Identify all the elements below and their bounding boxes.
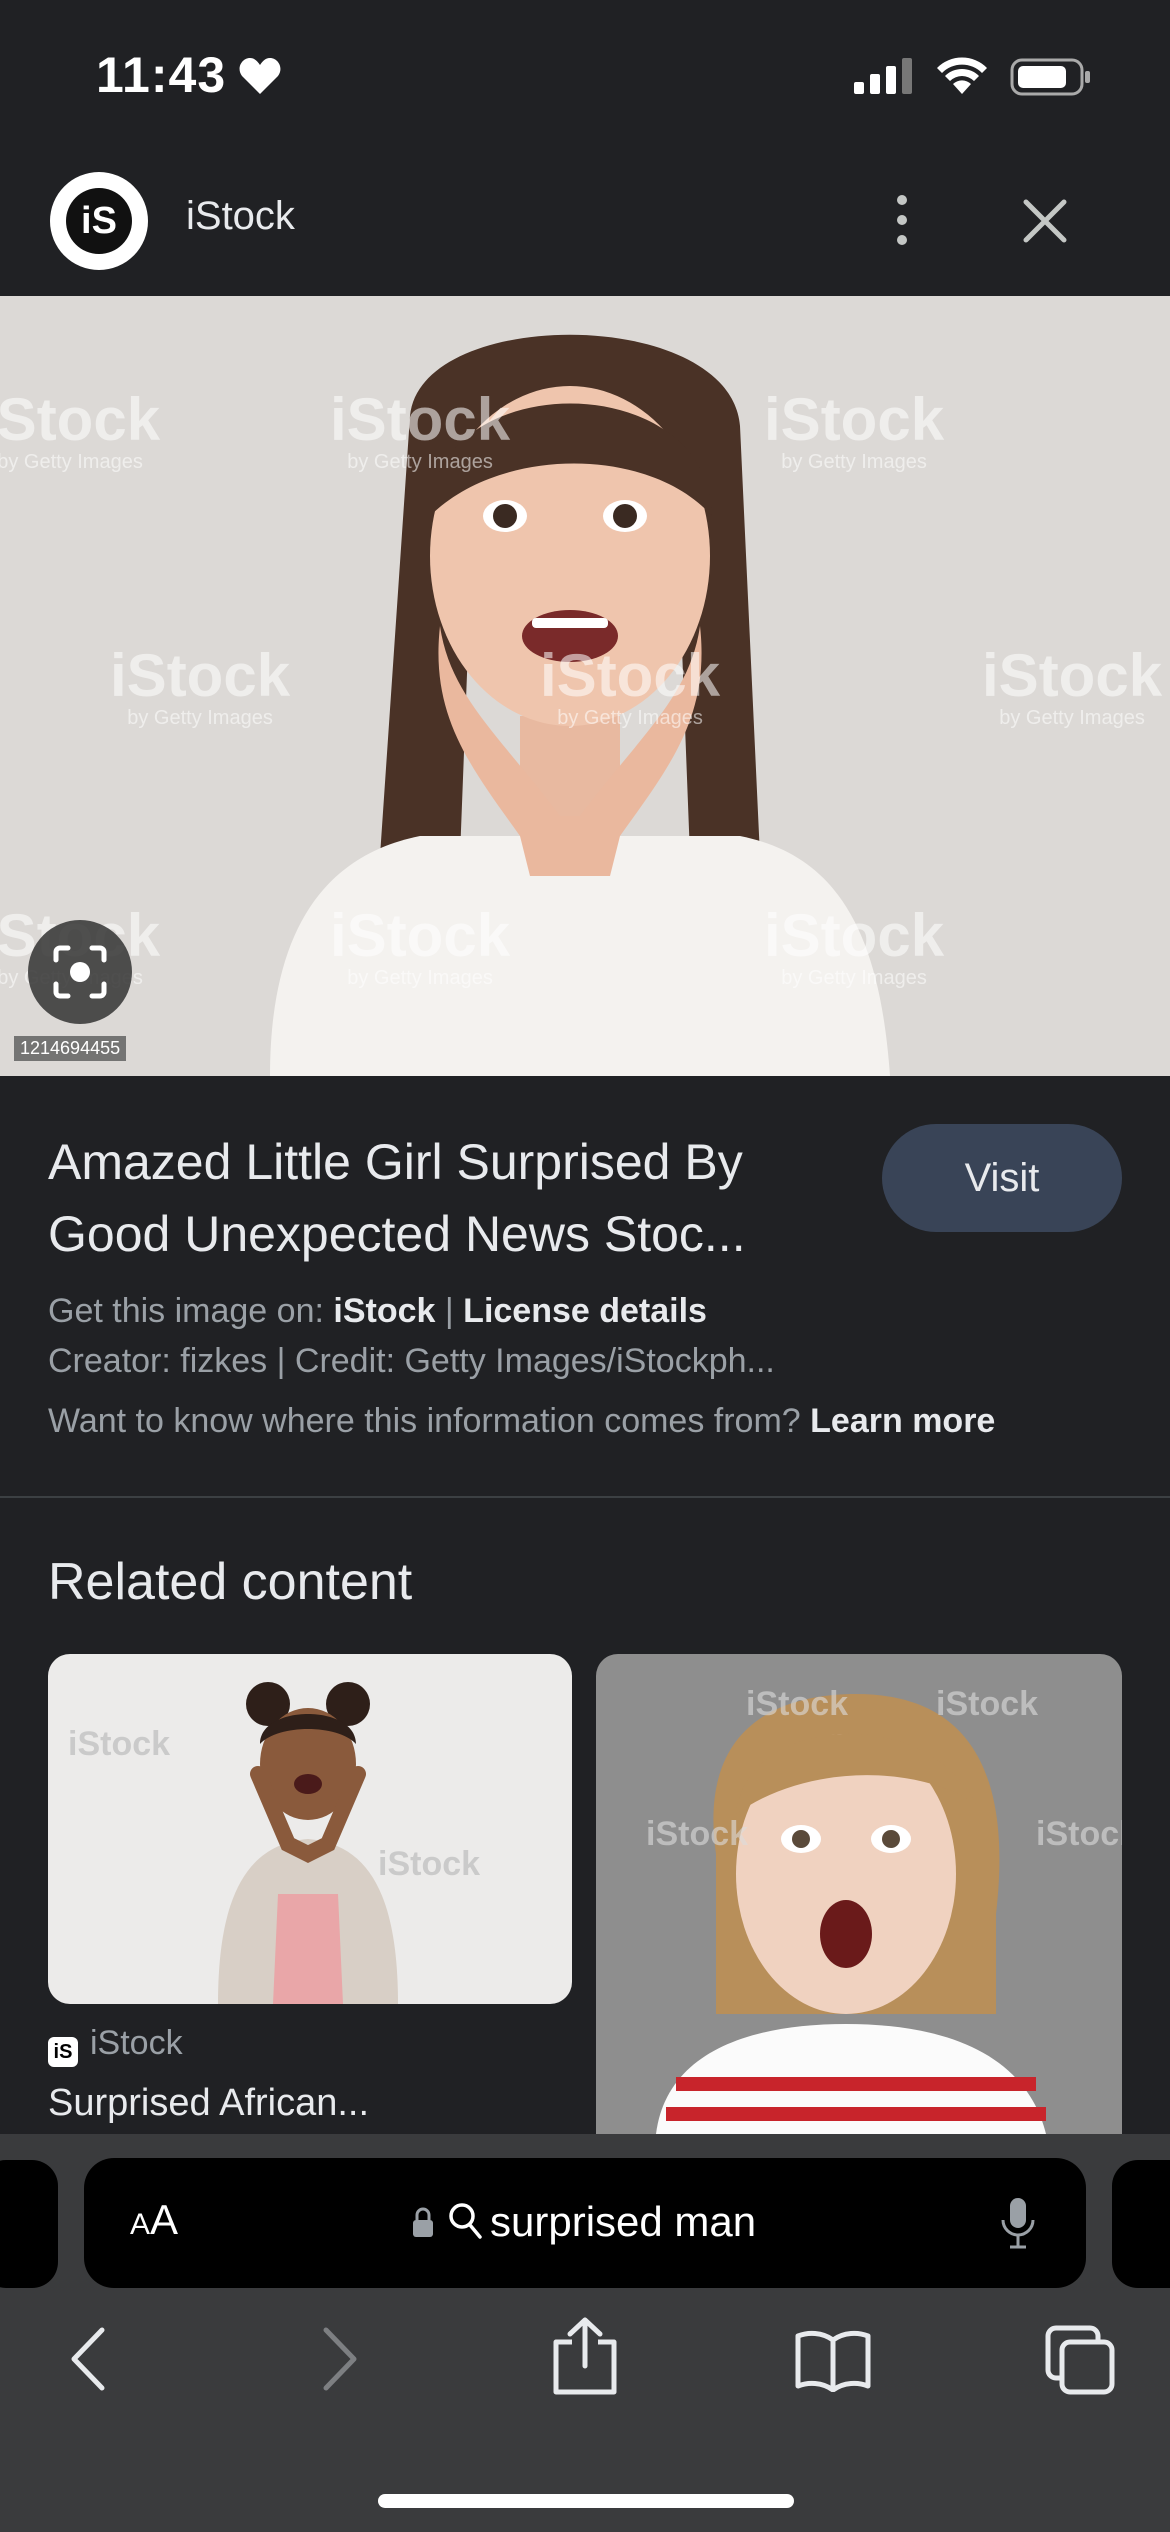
info-prefix: Want to know where this information come…: [48, 1402, 801, 1440]
watermark: iStockby Getty Images: [0, 386, 161, 474]
site-logo[interactable]: iS: [50, 172, 148, 270]
status-time: 11:43: [96, 47, 227, 103]
site-logo-text: iS: [66, 188, 132, 254]
visit-button[interactable]: Visit: [882, 1124, 1122, 1232]
main-result-image[interactable]: iStockby Getty Images iStockby Getty Ima…: [0, 296, 1170, 1076]
battery-icon: [1010, 58, 1090, 96]
watermark: iStockby Getty Images: [764, 386, 945, 474]
share-icon[interactable]: [550, 2316, 620, 2396]
site-name[interactable]: iStock: [186, 194, 295, 239]
bookmarks-icon[interactable]: [794, 2328, 872, 2392]
watermark: iStockby Getty Images: [110, 642, 291, 730]
related-photo-1: [218, 1682, 398, 2004]
more-options-icon[interactable]: [882, 190, 922, 250]
tabs-icon[interactable]: [1044, 2324, 1116, 2396]
related-card-image[interactable]: iStock iStock: [48, 1654, 572, 2004]
watermark: iStockby Getty Images: [540, 642, 721, 730]
get-image-prefix: Get this image on:: [48, 1292, 324, 1330]
reader-aa-button[interactable]: AA: [130, 2196, 178, 2244]
related-card-image[interactable]: iStock iStock iStock iStock: [596, 1654, 1122, 2134]
related-photo-2: [656, 1694, 1046, 2134]
address-bar[interactable]: AA surprised man: [84, 2158, 1086, 2288]
forward-icon[interactable]: [314, 2324, 364, 2394]
cellular-signal-icon: [854, 58, 912, 94]
section-divider: [0, 1496, 1170, 1498]
watermark: iStock: [646, 1815, 749, 1853]
creator-line: Creator: fizkes | Credit: Getty Images/i…: [48, 1342, 775, 1380]
watermark: iStockby Getty Images: [330, 902, 511, 990]
heart-icon: [239, 58, 281, 94]
related-card-source: iS iStock: [48, 2024, 183, 2067]
related-card-source-name: iStock: [90, 2024, 183, 2062]
microphone-icon[interactable]: [1000, 2196, 1036, 2250]
result-title[interactable]: Amazed Little Girl Surprised By Good Une…: [48, 1126, 848, 1270]
address-text[interactable]: surprised man: [490, 2198, 756, 2246]
lock-icon: [413, 2207, 433, 2237]
license-details-link[interactable]: License details: [463, 1292, 707, 1330]
get-image-line: Get this image on: iStock | License deta…: [48, 1292, 707, 1331]
istock-favicon-icon: iS: [48, 2037, 78, 2067]
separator: |: [444, 1292, 454, 1330]
related-content-heading: Related content: [48, 1553, 413, 1611]
watermark: iStockby Getty Images: [764, 902, 945, 990]
watermark: iStockby Getty Images: [330, 386, 511, 474]
next-tab-preview[interactable]: [1112, 2160, 1170, 2288]
watermark: iStock: [936, 1685, 1039, 1723]
status-bar: 11:43: [0, 0, 1170, 150]
learn-more-link[interactable]: Learn more: [810, 1402, 995, 1440]
lens-search-button[interactable]: [28, 920, 132, 1024]
home-indicator: [378, 2494, 794, 2508]
get-image-site-link[interactable]: iStock: [333, 1292, 435, 1330]
close-icon[interactable]: [1020, 196, 1070, 246]
watermark: iStock: [378, 1845, 481, 1883]
watermark: iStockby Getty Images: [982, 642, 1163, 730]
previous-tab-preview[interactable]: [0, 2160, 58, 2288]
lens-result-header: iS iStock: [0, 150, 1170, 296]
watermark: iStock: [746, 1685, 849, 1723]
related-card-title[interactable]: Surprised African...: [48, 2082, 369, 2125]
wifi-icon: [937, 57, 987, 94]
back-icon[interactable]: [64, 2324, 114, 2394]
watermark: iStock: [1036, 1815, 1122, 1853]
search-icon: [449, 2203, 482, 2239]
watermark: iStock: [68, 1725, 171, 1763]
lens-icon: [53, 945, 107, 999]
image-id-label: 1214694455: [14, 1036, 127, 1061]
info-source-line: Want to know where this information come…: [48, 1402, 995, 1441]
